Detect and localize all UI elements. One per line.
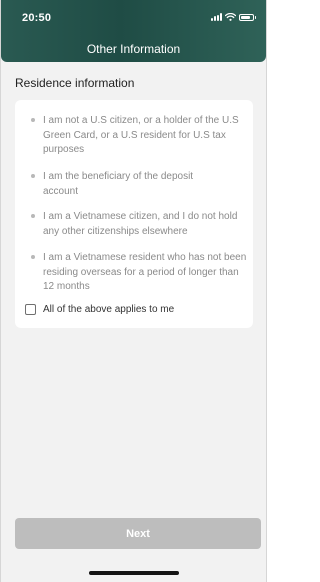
signal-icon bbox=[211, 13, 222, 21]
bullet-icon bbox=[31, 214, 35, 218]
app-header: 20:50 Other Information bbox=[1, 0, 266, 62]
bullet-icon bbox=[31, 118, 35, 122]
bullet-icon bbox=[31, 174, 35, 178]
wifi-icon bbox=[225, 13, 236, 21]
status-time: 20:50 bbox=[22, 12, 52, 24]
section-title: Residence information bbox=[15, 76, 135, 90]
declaration-text: I am the beneficiary of the deposit acco… bbox=[43, 171, 194, 197]
confirm-checkbox[interactable] bbox=[25, 304, 36, 315]
confirm-checkbox-row[interactable]: All of the above applies to me bbox=[25, 304, 174, 315]
declaration-text: I am a Vietnamese resident who has not b… bbox=[43, 252, 247, 292]
next-button[interactable]: Next bbox=[15, 518, 261, 549]
status-icons bbox=[211, 13, 256, 21]
bullet-icon bbox=[31, 255, 35, 259]
page-title: Other Information bbox=[86, 42, 181, 56]
confirm-label: All of the above applies to me bbox=[43, 304, 175, 315]
declaration-card: I am not a U.S citizen, or a holder of t… bbox=[15, 100, 253, 328]
battery-icon bbox=[239, 13, 256, 21]
home-indicator bbox=[89, 571, 179, 575]
app-screen: 20:50 Other Information Residence inform… bbox=[0, 0, 267, 582]
declaration-text: I am not a U.S citizen, or a holder of t… bbox=[43, 115, 239, 155]
declaration-text: I am a Vietnamese citizen, and I do not … bbox=[43, 211, 238, 237]
